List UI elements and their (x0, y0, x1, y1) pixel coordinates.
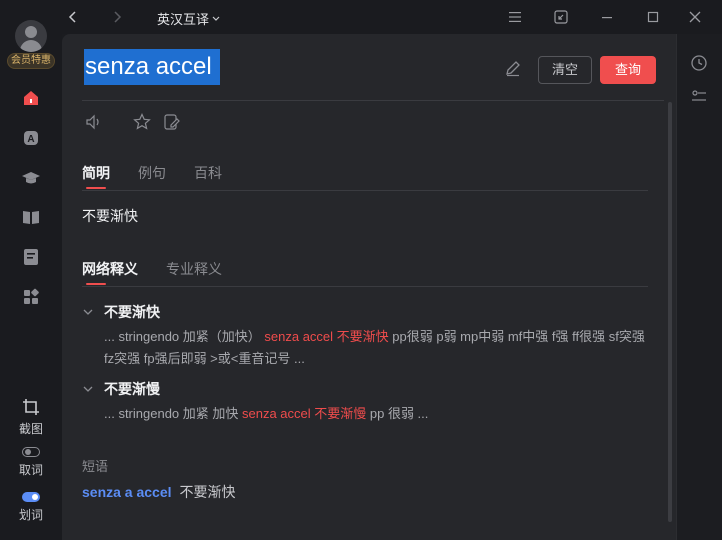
divider (82, 286, 648, 287)
phrases-label: 短语 (82, 459, 109, 474)
tab-encyclopedia-label: 百科 (194, 165, 222, 181)
close-button[interactable] (686, 8, 704, 26)
apps-icon[interactable] (19, 285, 43, 309)
chevron-left-icon (68, 11, 76, 23)
tab-web-definitions[interactable]: 网络释义 (82, 259, 138, 285)
sense-title: 不要渐快 (104, 304, 160, 320)
mini-window-button[interactable] (552, 8, 570, 26)
sense-highlight: senza accel 不要渐快 (264, 329, 389, 344)
language-mode-dropdown[interactable]: 英汉互译 (157, 9, 221, 28)
tab-encyclopedia[interactable]: 百科 (194, 163, 222, 189)
selection-translate-switch[interactable] (22, 492, 40, 502)
minimize-icon (602, 17, 612, 19)
query-row: senza accel 清空 查询 (84, 49, 672, 101)
tab-underline (86, 283, 106, 285)
query-input[interactable]: senza accel (84, 49, 220, 85)
speaker-icon[interactable] (84, 112, 104, 132)
clear-button[interactable]: 清空 (538, 56, 592, 84)
sense-example: ... stringendo 加紧 加快 senza accel 不要渐慢 pp… (104, 403, 654, 425)
chevron-down-icon (212, 16, 220, 21)
app-window: 会员特惠 A 截图 取词 划词 英汉互译 senza accel 清空 查询 简… (0, 0, 722, 540)
maximize-icon (647, 11, 659, 23)
search-button[interactable]: 查询 (600, 56, 656, 84)
book-icon[interactable] (19, 205, 43, 229)
query-text: senza accel (84, 49, 220, 85)
sense-highlight: senza accel 不要渐慢 (242, 406, 367, 421)
minimize-button[interactable] (598, 8, 616, 26)
settings-sliders-icon[interactable] (690, 88, 708, 106)
svg-text:A: A (27, 134, 34, 145)
phrase-item: senza a accel 不要渐快 (82, 482, 236, 502)
primary-tabs: 简明 例句 百科 (82, 163, 250, 189)
word-capture-label: 取词 (18, 463, 43, 477)
chevron-down-icon (83, 309, 93, 315)
mini-window-icon (554, 10, 568, 24)
phrase-link[interactable]: senza a accel (82, 484, 172, 500)
close-icon (689, 11, 701, 23)
menu-button[interactable] (506, 8, 524, 26)
word-capture-switch[interactable] (22, 447, 40, 457)
selection-translate-toggle[interactable]: 划词 (0, 492, 62, 523)
home-icon[interactable] (19, 86, 43, 110)
chevron-right-icon (114, 11, 122, 23)
tab-underline (86, 187, 106, 189)
screenshot-label: 截图 (18, 422, 43, 436)
selection-translate-label: 划词 (18, 508, 43, 522)
tab-examples[interactable]: 例句 (138, 163, 166, 189)
divider (82, 100, 664, 101)
menu-icon (509, 12, 521, 22)
star-icon[interactable] (132, 112, 152, 132)
word-capture-toggle[interactable]: 取词 (0, 447, 62, 478)
screenshot-tool[interactable]: 截图 (0, 398, 62, 437)
left-sidebar: 会员特惠 A 截图 取词 划词 (0, 0, 62, 540)
avatar[interactable] (15, 20, 47, 52)
sense-example: ... stringendo 加紧（加快） senza accel 不要渐快 p… (104, 326, 654, 370)
translate-icon[interactable]: A (19, 126, 43, 150)
tab-brief-label: 简明 (82, 165, 110, 181)
language-mode-label: 英汉互译 (157, 12, 210, 27)
sense-title: 不要渐慢 (104, 381, 160, 397)
history-icon[interactable] (690, 54, 708, 72)
scrollbar[interactable] (668, 102, 672, 522)
secondary-tabs: 网络释义 专业释义 (82, 259, 250, 285)
tab-web-definitions-label: 网络释义 (82, 261, 138, 277)
sense-header[interactable]: 不要渐慢 (82, 379, 160, 399)
title-bar: 英汉互译 (62, 0, 722, 34)
sense-text: ... stringendo 加紧 加快 (104, 406, 242, 421)
notes-icon[interactable] (19, 245, 43, 269)
tab-brief[interactable]: 简明 (82, 163, 110, 189)
vip-badge[interactable]: 会员特惠 (7, 53, 55, 69)
note-edit-icon[interactable] (162, 112, 182, 132)
forward-button[interactable] (108, 8, 126, 26)
phrase-translation: 不要渐快 (179, 484, 236, 500)
edit-icon[interactable] (504, 59, 522, 77)
graduation-cap-icon[interactable] (19, 166, 43, 190)
sense-text: ... stringendo 加紧（加快） (104, 329, 265, 344)
main-panel: senza accel 清空 查询 简明 例句 百科 不要渐快 网络释义 专业释… (62, 34, 676, 540)
brief-translation: 不要渐快 (82, 208, 138, 224)
tab-professional-definitions[interactable]: 专业释义 (166, 259, 222, 285)
back-button[interactable] (64, 8, 82, 26)
right-rail (676, 34, 722, 540)
sense-header[interactable]: 不要渐快 (82, 302, 160, 322)
divider (82, 190, 648, 191)
tab-professional-definitions-label: 专业释义 (166, 261, 222, 277)
sense-text: pp 很弱 ... (366, 406, 429, 421)
crop-icon (23, 399, 39, 415)
tab-examples-label: 例句 (138, 165, 166, 181)
maximize-button[interactable] (644, 8, 662, 26)
chevron-down-icon (83, 386, 93, 392)
